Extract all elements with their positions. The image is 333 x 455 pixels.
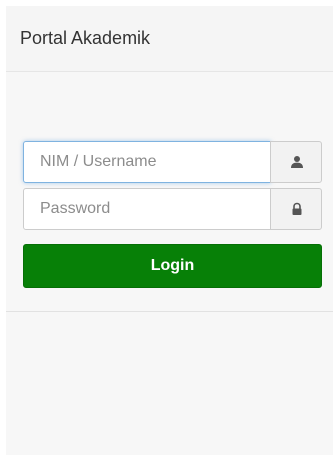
lock-icon	[292, 202, 302, 215]
password-input-group	[23, 188, 322, 230]
password-input[interactable]	[23, 188, 271, 230]
user-icon	[291, 156, 303, 168]
login-form: Login	[6, 72, 333, 312]
login-button[interactable]: Login	[23, 244, 322, 288]
page-title: Portal Akademik	[20, 28, 151, 48]
username-addon	[270, 141, 322, 183]
password-addon	[270, 188, 322, 230]
username-input[interactable]	[23, 141, 271, 183]
login-panel: Portal Akademik Login	[6, 6, 333, 455]
panel-heading: Portal Akademik	[6, 6, 333, 72]
username-input-group	[23, 141, 322, 183]
